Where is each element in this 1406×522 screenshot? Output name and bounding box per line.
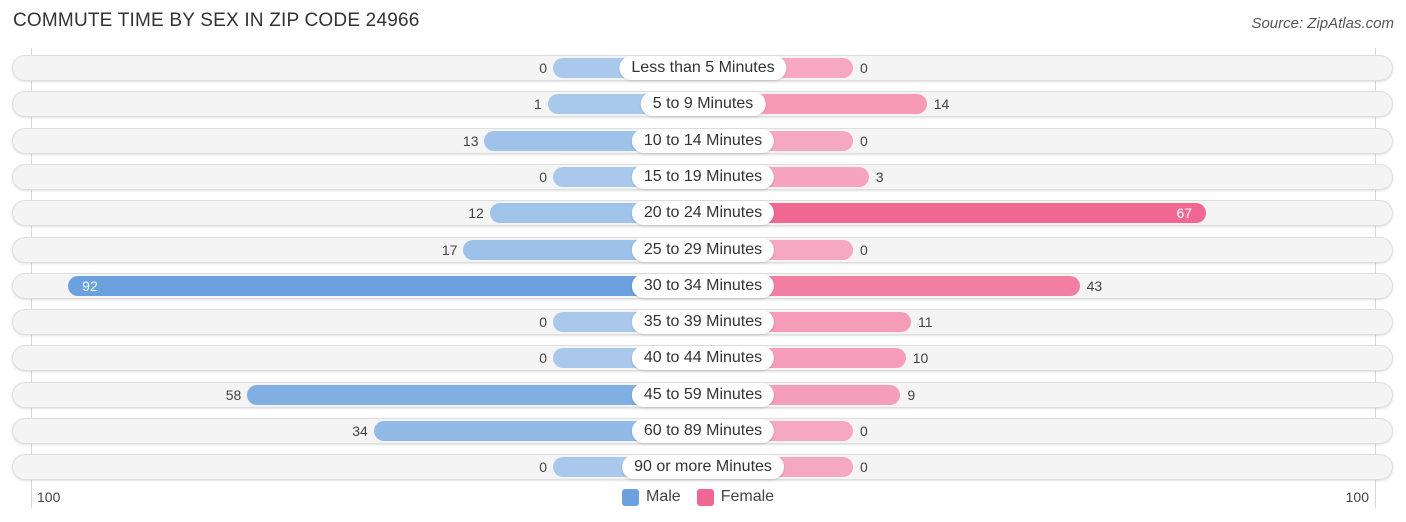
value-label-female: 43 xyxy=(1086,277,1103,294)
category-label: 90 or more Minutes xyxy=(622,455,784,480)
legend-item-male[interactable]: Male xyxy=(622,488,681,506)
category-label: 40 to 44 Minutes xyxy=(631,346,775,371)
value-label-female: 0 xyxy=(860,423,868,439)
bar-male[interactable] xyxy=(68,275,703,296)
value-label-female: 11 xyxy=(917,314,933,331)
axis-label-left: 100 xyxy=(37,489,61,505)
value-label-male: 0 xyxy=(539,350,547,367)
source-label: Source: ZipAtlas.com xyxy=(1251,15,1394,32)
value-label-male: 12 xyxy=(468,205,484,222)
value-label-female: 67 xyxy=(1176,205,1193,222)
value-label-male: 13 xyxy=(462,132,479,149)
value-label-female: 0 xyxy=(860,241,868,258)
value-label-male: 58 xyxy=(225,386,242,403)
value-label-male: 0 xyxy=(539,60,547,76)
legend-swatch-male xyxy=(622,488,639,506)
value-label-male: 92 xyxy=(82,277,98,294)
value-label-male: 34 xyxy=(352,423,368,439)
category-label: 10 to 14 Minutes xyxy=(631,128,775,153)
legend-label-female: Female xyxy=(720,488,775,505)
legend-swatch-female xyxy=(696,488,714,506)
value-label-female: 0 xyxy=(860,459,868,476)
category-label: 20 to 24 Minutes xyxy=(631,201,775,226)
legend: Male Female xyxy=(622,488,790,506)
category-label: Less than 5 Minutes xyxy=(619,56,787,80)
value-label-female: 9 xyxy=(907,386,916,403)
category-label: 45 to 59 Minutes xyxy=(631,382,775,407)
category-label: 60 to 89 Minutes xyxy=(631,419,775,443)
value-label-male: 0 xyxy=(539,314,547,331)
value-label-female: 0 xyxy=(860,132,868,149)
value-label-male: 0 xyxy=(539,459,547,476)
value-label-female: 0 xyxy=(860,60,868,76)
category-label: 5 to 9 Minutes xyxy=(640,92,766,117)
legend-label-male: Male xyxy=(646,488,681,505)
value-label-male: 0 xyxy=(539,168,547,185)
value-label-male: 17 xyxy=(441,241,458,258)
category-label: 25 to 29 Minutes xyxy=(631,237,775,262)
value-label-female: 10 xyxy=(912,350,929,367)
chart-title: COMMUTE TIME BY SEX IN ZIP CODE 24966 xyxy=(13,10,420,31)
value-label-female: 3 xyxy=(875,168,884,185)
category-label: 15 to 19 Minutes xyxy=(631,164,775,189)
legend-item-female[interactable]: Female xyxy=(696,488,775,506)
axis-label-right: 100 xyxy=(1345,489,1369,505)
category-label: 35 to 39 Minutes xyxy=(631,310,775,335)
category-label: 30 to 34 Minutes xyxy=(631,273,775,298)
bar-female[interactable] xyxy=(703,203,1207,224)
value-label-female: 14 xyxy=(933,96,950,113)
value-label-male: 1 xyxy=(533,96,542,113)
